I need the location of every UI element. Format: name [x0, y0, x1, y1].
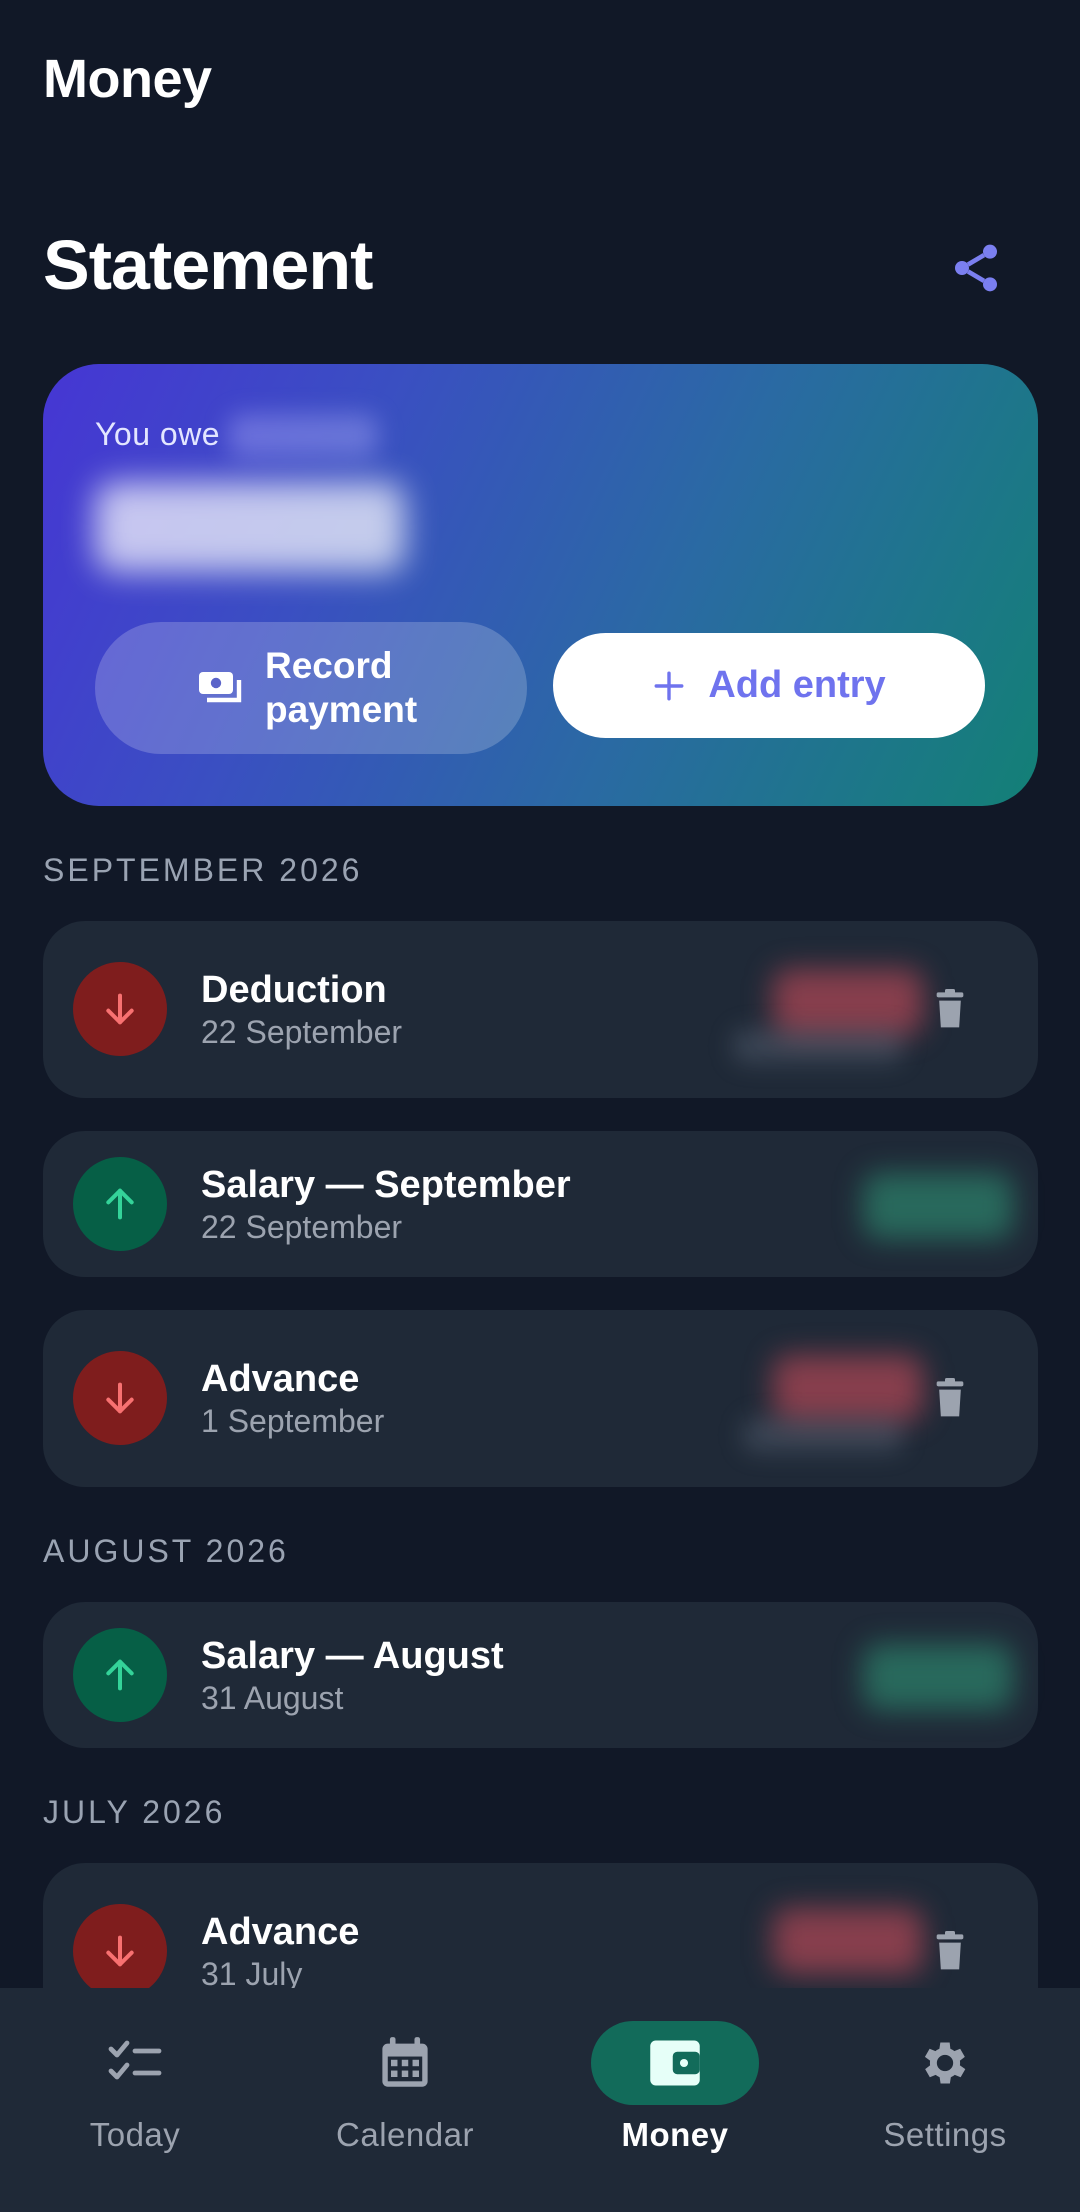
entry-title: Salary — August: [201, 1635, 504, 1677]
arrow-up-icon: [106, 1188, 134, 1220]
balance-card: You owe Record payment Add entry: [43, 364, 1038, 806]
nav-item-today[interactable]: Today: [0, 1988, 270, 2212]
debit-indicator: [73, 1351, 167, 1445]
entry-title: Advance: [201, 1358, 360, 1400]
nav-item-money[interactable]: Money: [540, 1988, 810, 2212]
debit-indicator: [73, 1904, 167, 1998]
month-header: AUGUST 2026: [43, 1533, 289, 1569]
share-button[interactable]: [940, 232, 1012, 304]
bottom-nav: Today Calendar Money Settings: [0, 1988, 1080, 2212]
entry-date: 22 September: [201, 1014, 403, 1050]
balance-label-redacted: [228, 414, 378, 458]
nav-label: Today: [89, 2116, 181, 2153]
entry-date: 1 September: [201, 1403, 385, 1439]
credit-indicator: [73, 1157, 167, 1251]
delete-button[interactable]: [918, 1919, 982, 1983]
amount-redacted: [773, 1355, 923, 1421]
nav-pill: [51, 2021, 219, 2105]
nav-pill: [861, 2021, 1029, 2105]
add-entry-label: Add entry: [708, 664, 886, 706]
checklist-icon: [108, 2040, 162, 2080]
nav-pill-active: [591, 2021, 759, 2105]
entry-title: Advance: [201, 1911, 360, 1953]
arrow-down-icon: [106, 1935, 134, 1967]
arrow-down-icon: [106, 1382, 134, 1414]
nav-item-calendar[interactable]: Calendar: [270, 1988, 540, 2212]
amount-redacted: [773, 1908, 923, 1974]
calendar-icon: [382, 2037, 428, 2087]
entry-title: Deduction: [201, 969, 387, 1011]
share-icon: [955, 244, 997, 292]
plus-icon: [654, 671, 684, 700]
entry-title: Salary — September: [201, 1164, 571, 1206]
amount-redacted: [773, 969, 923, 1035]
month-header: SEPTEMBER 2026: [43, 852, 363, 888]
list-item[interactable]: Advance 1 September: [43, 1310, 1038, 1487]
nav-pill: [321, 2021, 489, 2105]
delete-button[interactable]: [918, 1366, 982, 1430]
gear-icon: [924, 2042, 966, 2084]
balance-label: You owe: [95, 416, 221, 452]
record-payment-button[interactable]: Record payment: [95, 622, 527, 754]
entry-date: 22 September: [201, 1209, 403, 1245]
amount-sub-redacted: [733, 1029, 903, 1063]
nav-label: Settings: [883, 2116, 1007, 2153]
app-title: Money: [43, 49, 212, 109]
month-header: JULY 2026: [43, 1794, 226, 1830]
list-item[interactable]: Salary — August 31 August: [43, 1602, 1038, 1748]
nav-item-settings[interactable]: Settings: [810, 1988, 1080, 2212]
payments-icon: [199, 672, 242, 703]
trash-icon: [936, 989, 964, 1028]
arrow-down-icon: [106, 993, 134, 1025]
amount-redacted: [863, 1644, 1013, 1710]
debit-indicator: [73, 962, 167, 1056]
trash-icon: [936, 1378, 964, 1417]
list-item[interactable]: Salary — September 22 September: [43, 1131, 1038, 1277]
arrow-up-icon: [106, 1659, 134, 1691]
page-title: Statement: [43, 226, 373, 304]
nav-label: Money: [621, 2116, 729, 2153]
entry-date: 31 August: [201, 1680, 344, 1716]
amount-sub-redacted: [743, 1418, 903, 1452]
wallet-icon: [650, 2040, 700, 2086]
delete-button[interactable]: [918, 977, 982, 1041]
amount-redacted: [863, 1173, 1013, 1239]
credit-indicator: [73, 1628, 167, 1722]
nav-label: Calendar: [336, 2116, 474, 2153]
add-entry-button[interactable]: Add entry: [553, 633, 985, 738]
record-payment-label: Record payment: [265, 645, 418, 730]
balance-amount-redacted: [95, 482, 405, 572]
trash-icon: [936, 1931, 964, 1970]
list-item[interactable]: Deduction 22 September: [43, 921, 1038, 1098]
